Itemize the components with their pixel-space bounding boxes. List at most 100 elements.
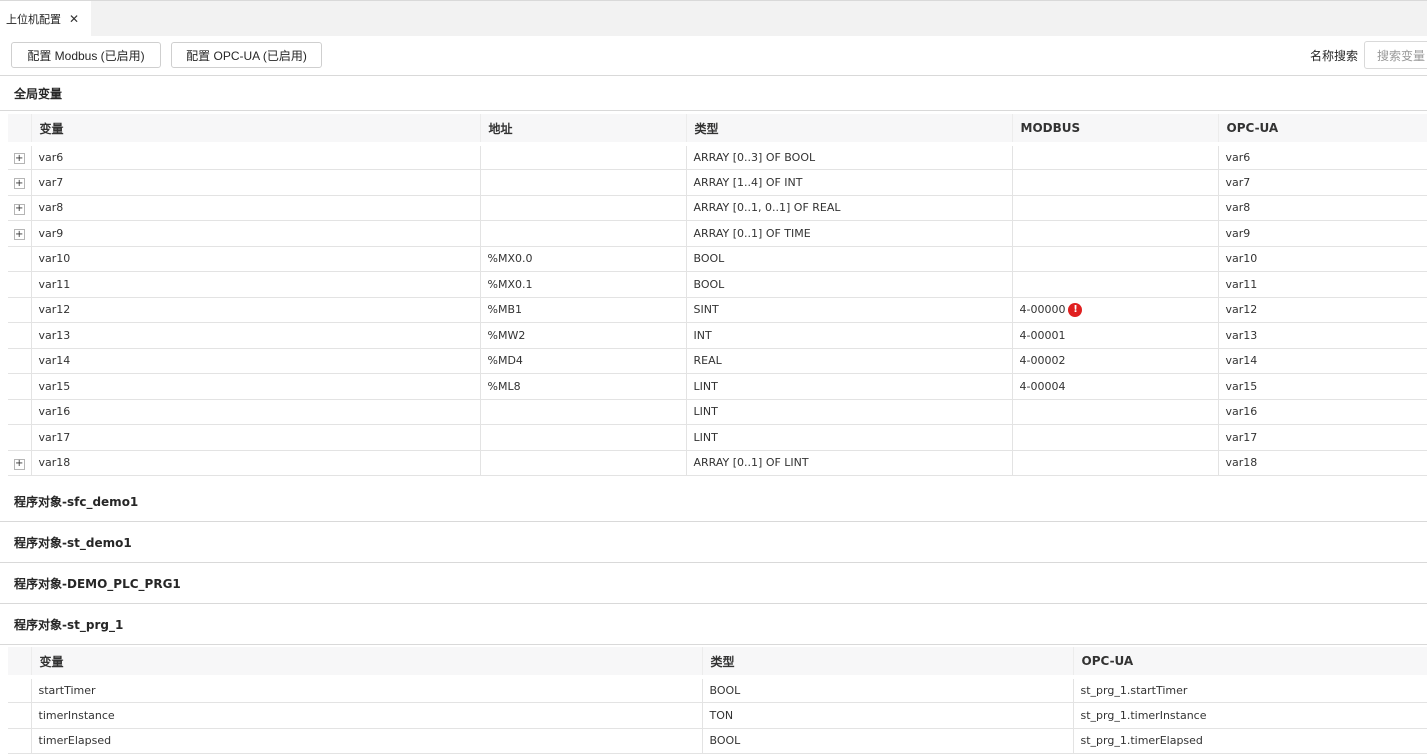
cell-opcua[interactable]: var17 bbox=[1217, 424, 1427, 451]
cell-variable[interactable]: var16 bbox=[30, 399, 480, 425]
cell-modbus[interactable]: 4-00004 bbox=[1011, 373, 1218, 400]
cell-modbus[interactable]: 4-00000! bbox=[1011, 297, 1218, 323]
column-header-opcua[interactable]: OPC-UA bbox=[1217, 114, 1427, 146]
table-row[interactable]: var17 LINT var17 bbox=[8, 424, 1427, 451]
cell-address[interactable]: %MX0.1 bbox=[479, 271, 686, 298]
cell-type[interactable]: BOOL bbox=[685, 271, 1012, 298]
cell-type[interactable]: LINT bbox=[685, 399, 1012, 425]
section-title-st-demo1[interactable]: 程序对象-st_demo1 bbox=[0, 522, 1427, 563]
table-row[interactable]: timerInstance TON st_prg_1.timerInstance bbox=[8, 702, 1427, 729]
cell-opcua[interactable]: st_prg_1.timerInstance bbox=[1072, 702, 1427, 729]
table-row[interactable]: + var18 ARRAY [0..1] OF LINT var18 bbox=[8, 450, 1427, 476]
column-header-type[interactable]: 类型 bbox=[685, 114, 1012, 146]
configure-opcua-button[interactable]: 配置 OPC-UA (已启用) bbox=[171, 42, 322, 68]
close-icon[interactable]: ✕ bbox=[69, 13, 79, 25]
column-header-modbus[interactable]: MODBUS bbox=[1011, 114, 1218, 146]
table-row[interactable]: var16 LINT var16 bbox=[8, 399, 1427, 425]
cell-type[interactable]: ARRAY [0..1] OF TIME bbox=[685, 220, 1012, 247]
cell-modbus[interactable] bbox=[1011, 424, 1218, 451]
cell-modbus[interactable] bbox=[1011, 450, 1218, 476]
plus-icon[interactable]: + bbox=[13, 203, 25, 215]
cell-type[interactable]: ARRAY [1..4] OF INT bbox=[685, 169, 1012, 196]
cell-type[interactable]: TON bbox=[701, 702, 1073, 729]
cell-type[interactable]: LINT bbox=[685, 373, 1012, 400]
cell-type[interactable]: ARRAY [0..1, 0..1] OF REAL bbox=[685, 195, 1012, 221]
table-row[interactable]: var14 %MD4 REAL 4-00002 var14 bbox=[8, 348, 1427, 374]
cell-variable[interactable]: timerElapsed bbox=[30, 728, 702, 754]
cell-opcua[interactable]: var16 bbox=[1217, 399, 1427, 425]
cell-modbus[interactable] bbox=[1011, 144, 1218, 170]
cell-modbus[interactable] bbox=[1011, 246, 1218, 272]
cell-modbus[interactable] bbox=[1011, 220, 1218, 247]
column-header-opcua[interactable]: OPC-UA bbox=[1072, 647, 1427, 679]
cell-address[interactable] bbox=[479, 144, 686, 170]
configure-modbus-button[interactable]: 配置 Modbus (已启用) bbox=[11, 42, 161, 68]
cell-opcua[interactable]: var10 bbox=[1217, 246, 1427, 272]
cell-opcua[interactable]: var9 bbox=[1217, 220, 1427, 247]
table-row[interactable]: + var8 ARRAY [0..1, 0..1] OF REAL var8 bbox=[8, 195, 1427, 221]
table-row[interactable]: timerElapsed BOOL st_prg_1.timerElapsed bbox=[8, 728, 1427, 754]
cell-variable[interactable]: var17 bbox=[30, 424, 480, 451]
cell-type[interactable]: LINT bbox=[685, 424, 1012, 451]
cell-modbus[interactable] bbox=[1011, 399, 1218, 425]
cell-variable[interactable]: var9 bbox=[30, 220, 480, 247]
cell-modbus[interactable] bbox=[1011, 195, 1218, 221]
column-header-type[interactable]: 类型 bbox=[701, 647, 1073, 679]
cell-type[interactable]: ARRAY [0..3] OF BOOL bbox=[685, 144, 1012, 170]
cell-opcua[interactable]: var13 bbox=[1217, 322, 1427, 349]
cell-opcua[interactable]: var12 bbox=[1217, 297, 1427, 323]
cell-variable[interactable]: startTimer bbox=[30, 677, 702, 703]
cell-address[interactable] bbox=[479, 195, 686, 221]
cell-opcua[interactable]: var6 bbox=[1217, 144, 1427, 170]
cell-modbus[interactable] bbox=[1011, 271, 1218, 298]
cell-modbus[interactable] bbox=[1011, 169, 1218, 196]
cell-opcua[interactable]: var7 bbox=[1217, 169, 1427, 196]
cell-address[interactable]: %MX0.0 bbox=[479, 246, 686, 272]
column-header-variable[interactable]: 变量 bbox=[30, 114, 480, 146]
tab-host-config[interactable]: 上位机配置 ✕ bbox=[0, 1, 91, 36]
cell-address[interactable] bbox=[479, 450, 686, 476]
cell-variable[interactable]: var14 bbox=[30, 348, 480, 374]
table-row[interactable]: + var9 ARRAY [0..1] OF TIME var9 bbox=[8, 220, 1427, 247]
cell-type[interactable]: INT bbox=[685, 322, 1012, 349]
table-row[interactable]: var12 %MB1 SINT 4-00000! var12 bbox=[8, 297, 1427, 323]
cell-address[interactable] bbox=[479, 220, 686, 247]
cell-opcua[interactable]: var14 bbox=[1217, 348, 1427, 374]
plus-icon[interactable]: + bbox=[13, 229, 25, 240]
section-title-sfc-demo1[interactable]: 程序对象-sfc_demo1 bbox=[0, 481, 1427, 522]
cell-variable[interactable]: var15 bbox=[30, 373, 480, 400]
cell-address[interactable]: %ML8 bbox=[479, 373, 686, 400]
cell-variable[interactable]: var18 bbox=[30, 450, 480, 476]
cell-type[interactable]: BOOL bbox=[685, 246, 1012, 272]
column-header-variable[interactable]: 变量 bbox=[30, 647, 702, 679]
cell-opcua[interactable]: st_prg_1.timerElapsed bbox=[1072, 728, 1427, 754]
cell-address[interactable]: %MB1 bbox=[479, 297, 686, 323]
plus-icon[interactable]: + bbox=[13, 178, 25, 189]
search-input[interactable]: 搜索变量 bbox=[1364, 41, 1427, 69]
table-row[interactable]: + var6 ARRAY [0..3] OF BOOL var6 bbox=[8, 144, 1427, 170]
plus-icon[interactable]: + bbox=[13, 458, 25, 470]
cell-opcua[interactable]: var15 bbox=[1217, 373, 1427, 400]
cell-variable[interactable]: var10 bbox=[30, 246, 480, 272]
cell-opcua[interactable]: var11 bbox=[1217, 271, 1427, 298]
cell-address[interactable] bbox=[479, 169, 686, 196]
cell-opcua[interactable]: var18 bbox=[1217, 450, 1427, 476]
cell-address[interactable] bbox=[479, 399, 686, 425]
cell-type[interactable]: ARRAY [0..1] OF LINT bbox=[685, 450, 1012, 476]
table-row[interactable]: var13 %MW2 INT 4-00001 var13 bbox=[8, 322, 1427, 349]
cell-opcua[interactable]: st_prg_1.startTimer bbox=[1072, 677, 1427, 703]
cell-modbus[interactable]: 4-00001 bbox=[1011, 322, 1218, 349]
table-row[interactable]: var15 %ML8 LINT 4-00004 var15 bbox=[8, 373, 1427, 400]
cell-type[interactable]: REAL bbox=[685, 348, 1012, 374]
table-row[interactable]: var11 %MX0.1 BOOL var11 bbox=[8, 271, 1427, 298]
cell-address[interactable] bbox=[479, 424, 686, 451]
table-row[interactable]: startTimer BOOL st_prg_1.startTimer bbox=[8, 677, 1427, 703]
cell-address[interactable]: %MD4 bbox=[479, 348, 686, 374]
column-header-address[interactable]: 地址 bbox=[479, 114, 686, 146]
cell-type[interactable]: SINT bbox=[685, 297, 1012, 323]
table-row[interactable]: var10 %MX0.0 BOOL var10 bbox=[8, 246, 1427, 272]
cell-variable[interactable]: var6 bbox=[30, 144, 480, 170]
exclamation-circle-icon[interactable]: ! bbox=[1068, 302, 1083, 317]
cell-address[interactable]: %MW2 bbox=[479, 322, 686, 349]
section-title-st-prg-1[interactable]: 程序对象-st_prg_1 bbox=[0, 604, 1427, 645]
